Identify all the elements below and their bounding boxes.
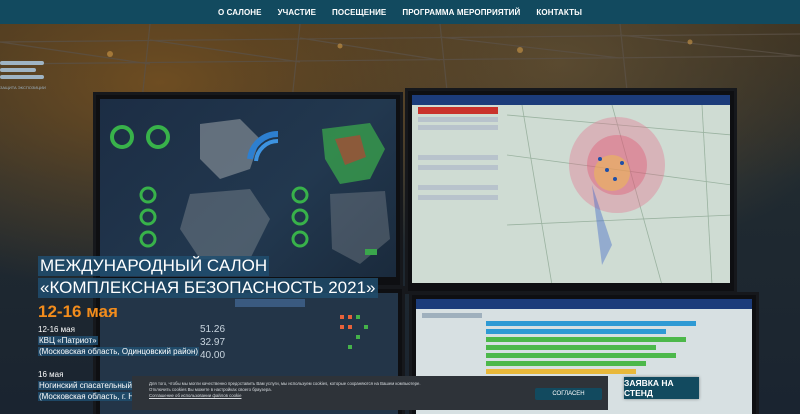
venue-1-dates: 12-16 мая xyxy=(38,325,75,334)
site-logo[interactable]: ЗАЩИТА ЭКСПОЗИЦИИ xyxy=(0,61,46,99)
top-navigation: О САЛОНЕ УЧАСТИЕ ПОСЕЩЕНИЕ ПРОГРАММА МЕР… xyxy=(0,0,800,24)
booth-request-button[interactable]: ЗАЯВКА НА СТЕНД xyxy=(624,377,699,399)
event-title-line-1: МЕЖДУНАРОДНЫЙ САЛОН xyxy=(38,256,270,276)
nav-link-participation[interactable]: УЧАСТИЕ xyxy=(278,8,316,17)
dashboard-graphic xyxy=(110,119,390,264)
cookie-text: Для того, чтобы мы могли качественно пре… xyxy=(149,381,449,400)
monitor-screen xyxy=(412,95,730,283)
logo-bar xyxy=(0,68,36,72)
map-graphic xyxy=(412,95,730,283)
nav-link-contacts[interactable]: КОНТАКТЫ xyxy=(536,8,582,17)
monitor-map-top-right xyxy=(405,88,737,294)
logo-caption: ЗАЩИТА ЭКСПОЗИЦИИ xyxy=(0,85,46,90)
venue-1-name: КВЦ «Патриот» xyxy=(38,336,98,345)
event-title-line-2: «КОМПЛЕКСНАЯ БЕЗОПАСНОСТЬ 2021» xyxy=(38,278,378,298)
monitor-screen xyxy=(100,99,396,277)
nav-link-about[interactable]: О САЛОНЕ xyxy=(218,8,262,17)
nav-link-visit[interactable]: ПОСЕЩЕНИЕ xyxy=(332,8,386,17)
cookie-policy-link[interactable]: Соглашение об использовании файлов cooki… xyxy=(149,393,242,398)
venue-1-place: (Московская область, Одинцовский район) xyxy=(38,347,200,356)
accept-cookies-button[interactable]: СОГЛАСЕН xyxy=(535,388,602,400)
logo-bar xyxy=(0,75,44,79)
cookie-consent-banner: Для того, чтобы мы могли качественно пре… xyxy=(132,376,608,410)
event-dates: 12-16 мая xyxy=(38,302,118,321)
logo-bar xyxy=(0,61,44,65)
nav-link-program[interactable]: ПРОГРАММА МЕРОПРИЯТИЙ xyxy=(402,8,520,17)
